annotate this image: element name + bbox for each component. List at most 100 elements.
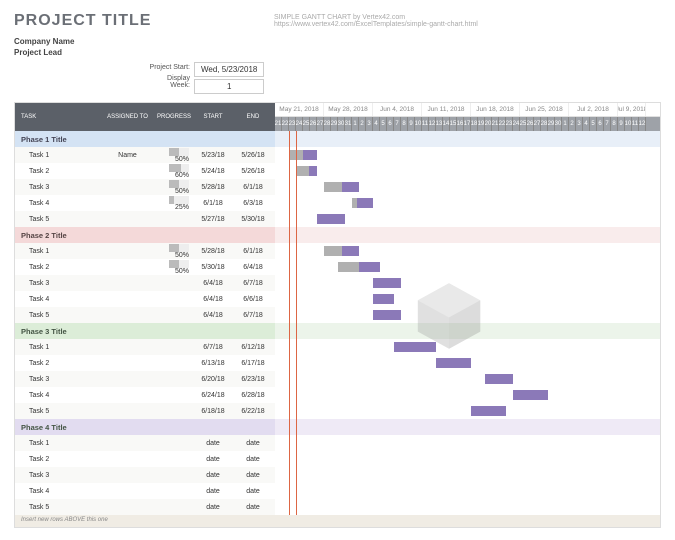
task-row[interactable]: Task 26/13/186/17/18 [15, 355, 275, 371]
task-row[interactable]: Task 4 6/4/186/6/18 [15, 291, 275, 307]
task-start[interactable]: date [193, 504, 233, 511]
task-end[interactable]: date [233, 472, 273, 479]
task-start[interactable]: 6/4/18 [193, 280, 233, 287]
task-name[interactable]: Task 4 [15, 200, 100, 207]
task-name[interactable]: Task 1 [15, 440, 100, 447]
task-name[interactable]: Task 4 [15, 296, 100, 303]
task-start[interactable]: date [193, 440, 233, 447]
task-start[interactable]: 5/24/18 [193, 168, 233, 175]
task-assigned[interactable]: Name [100, 152, 155, 159]
task-row[interactable]: Task 1datedate [15, 435, 275, 451]
task-row[interactable]: Task 4 datedate [15, 483, 275, 499]
task-name[interactable]: Task 2 [15, 360, 100, 367]
project-lead[interactable]: Project Lead [14, 47, 274, 58]
task-row[interactable]: Task 5 6/18/186/22/18 [15, 403, 275, 419]
gantt-bar[interactable] [513, 390, 548, 400]
task-row[interactable]: Task 2 50%5/30/186/4/18 [15, 259, 275, 275]
task-progress[interactable]: 50% [155, 180, 193, 195]
task-start[interactable]: 6/4/18 [193, 312, 233, 319]
task-name[interactable]: Task 2 [15, 264, 100, 271]
task-row[interactable]: Task 3 50%5/28/186/1/18 [15, 179, 275, 195]
task-row[interactable]: Task 3 6/4/186/7/18 [15, 275, 275, 291]
task-progress[interactable]: 50% [155, 244, 193, 259]
task-progress[interactable]: 50% [155, 148, 193, 163]
gantt-bar[interactable] [394, 342, 436, 352]
task-name[interactable]: Task 4 [15, 392, 100, 399]
task-name[interactable]: Task 3 [15, 472, 100, 479]
project-start-input[interactable]: Wed, 5/23/2018 [194, 62, 264, 77]
task-progress[interactable]: 25% [155, 196, 193, 211]
task-start[interactable]: 6/18/18 [193, 408, 233, 415]
task-end[interactable]: 6/3/18 [233, 200, 273, 207]
task-start[interactable]: 5/27/18 [193, 216, 233, 223]
task-start[interactable]: 5/23/18 [193, 152, 233, 159]
task-row[interactable]: Task 3 6/20/186/23/18 [15, 371, 275, 387]
task-progress[interactable]: 50% [155, 260, 193, 275]
task-progress[interactable]: 60% [155, 164, 193, 179]
task-name[interactable]: Task 5 [15, 216, 100, 223]
task-end[interactable]: 6/6/18 [233, 296, 273, 303]
gantt-bar[interactable] [373, 278, 401, 288]
task-end[interactable]: 5/26/18 [233, 152, 273, 159]
task-start[interactable]: 6/20/18 [193, 376, 233, 383]
task-name[interactable]: Task 5 [15, 408, 100, 415]
company-name[interactable]: Company Name [14, 36, 274, 47]
task-start[interactable]: date [193, 456, 233, 463]
phase-header[interactable]: Phase 2 Title [15, 227, 275, 243]
task-end[interactable]: 5/26/18 [233, 168, 273, 175]
task-name[interactable]: Task 5 [15, 504, 100, 511]
task-start[interactable]: 6/13/18 [193, 360, 233, 367]
gantt-bar[interactable] [373, 310, 401, 320]
task-end[interactable]: 6/7/18 [233, 280, 273, 287]
task-row[interactable]: Task 5 5/27/185/30/18 [15, 211, 275, 227]
task-start[interactable]: 5/30/18 [193, 264, 233, 271]
task-end[interactable]: date [233, 456, 273, 463]
task-row[interactable]: Task 5 6/4/186/7/18 [15, 307, 275, 323]
gantt-bar[interactable] [317, 214, 345, 224]
task-start[interactable]: 5/28/18 [193, 248, 233, 255]
task-row[interactable]: Task 4 6/24/186/28/18 [15, 387, 275, 403]
task-name[interactable]: Task 5 [15, 312, 100, 319]
task-end[interactable]: date [233, 504, 273, 511]
task-start[interactable]: 6/24/18 [193, 392, 233, 399]
task-start[interactable]: date [193, 488, 233, 495]
task-row[interactable]: Task 1 50%5/28/186/1/18 [15, 243, 275, 259]
task-start[interactable]: 6/7/18 [193, 344, 233, 351]
task-end[interactable]: 6/1/18 [233, 184, 273, 191]
task-name[interactable]: Task 3 [15, 376, 100, 383]
task-row[interactable]: Task 3datedate [15, 467, 275, 483]
display-week-input[interactable]: 1 [194, 79, 264, 94]
task-end[interactable]: 5/30/18 [233, 216, 273, 223]
task-name[interactable]: Task 1 [15, 248, 100, 255]
phase-header[interactable]: Phase 4 Title [15, 419, 275, 435]
phase-header[interactable]: Phase 1 Title [15, 131, 275, 147]
gantt-bar[interactable] [436, 358, 471, 368]
task-end[interactable]: 6/23/18 [233, 376, 273, 383]
task-start[interactable]: 5/28/18 [193, 184, 233, 191]
task-name[interactable]: Task 4 [15, 488, 100, 495]
gantt-bar[interactable] [471, 406, 506, 416]
task-end[interactable]: 6/7/18 [233, 312, 273, 319]
task-start[interactable]: 6/1/18 [193, 200, 233, 207]
task-name[interactable]: Task 1 [15, 152, 100, 159]
task-row[interactable]: Task 1Name 50%5/23/185/26/18 [15, 147, 275, 163]
task-name[interactable]: Task 2 [15, 456, 100, 463]
timeline[interactable]: May 21, 2018May 28, 2018Jun 4, 2018Jun 1… [275, 103, 660, 527]
gantt-bar[interactable] [373, 294, 394, 304]
task-end[interactable]: date [233, 488, 273, 495]
task-row[interactable]: Task 5 datedate [15, 499, 275, 515]
task-end[interactable]: 6/4/18 [233, 264, 273, 271]
gantt-bar[interactable] [485, 374, 513, 384]
task-end[interactable]: 6/22/18 [233, 408, 273, 415]
task-end[interactable]: 6/1/18 [233, 248, 273, 255]
task-row[interactable]: Task 2 60%5/24/185/26/18 [15, 163, 275, 179]
task-end[interactable]: 6/28/18 [233, 392, 273, 399]
project-title[interactable]: PROJECT TITLE [14, 12, 274, 30]
task-end[interactable]: 6/12/18 [233, 344, 273, 351]
task-row[interactable]: Task 2 datedate [15, 451, 275, 467]
task-row[interactable]: Task 16/7/186/12/18 [15, 339, 275, 355]
task-row[interactable]: Task 4 25%6/1/186/3/18 [15, 195, 275, 211]
phase-header[interactable]: Phase 3 Title [15, 323, 275, 339]
task-start[interactable]: 6/4/18 [193, 296, 233, 303]
task-name[interactable]: Task 3 [15, 280, 100, 287]
